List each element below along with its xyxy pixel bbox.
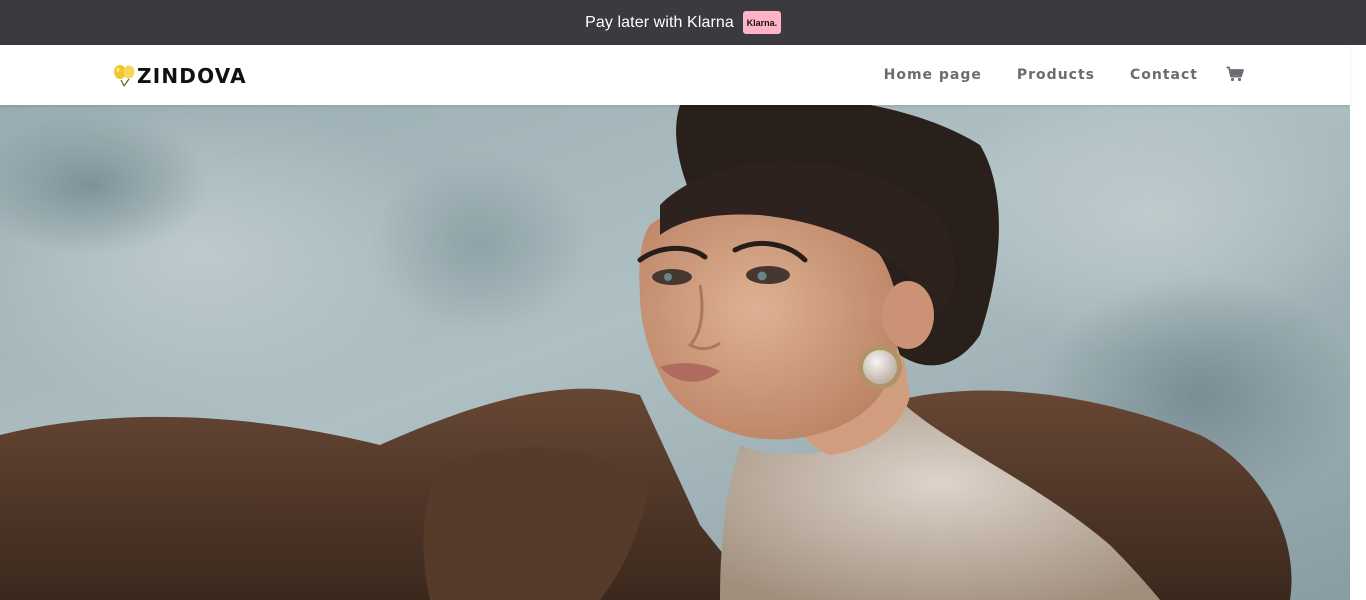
logo-link[interactable]: ZINDOVA [112, 63, 247, 89]
balloons-icon [112, 63, 138, 89]
nav-home-page[interactable]: Home page [884, 67, 982, 83]
logo-text: ZINDOVA [137, 64, 247, 88]
hero-banner [0, 105, 1350, 600]
site-header: ZINDOVA Home page Products Contact [0, 45, 1350, 105]
main-nav: Home page Products Contact [884, 45, 1244, 105]
hero-image [0, 105, 1350, 600]
scrollbar-gutter [1350, 45, 1366, 600]
announcement-text: Pay later with Klarna [585, 13, 734, 31]
nav-contact[interactable]: Contact [1130, 67, 1198, 83]
nav-products[interactable]: Products [1017, 67, 1095, 83]
cart-icon[interactable] [1226, 66, 1244, 82]
klarna-badge: Klarna. [742, 11, 781, 34]
announcement-bar: Pay later with Klarna Klarna. [0, 0, 1366, 45]
